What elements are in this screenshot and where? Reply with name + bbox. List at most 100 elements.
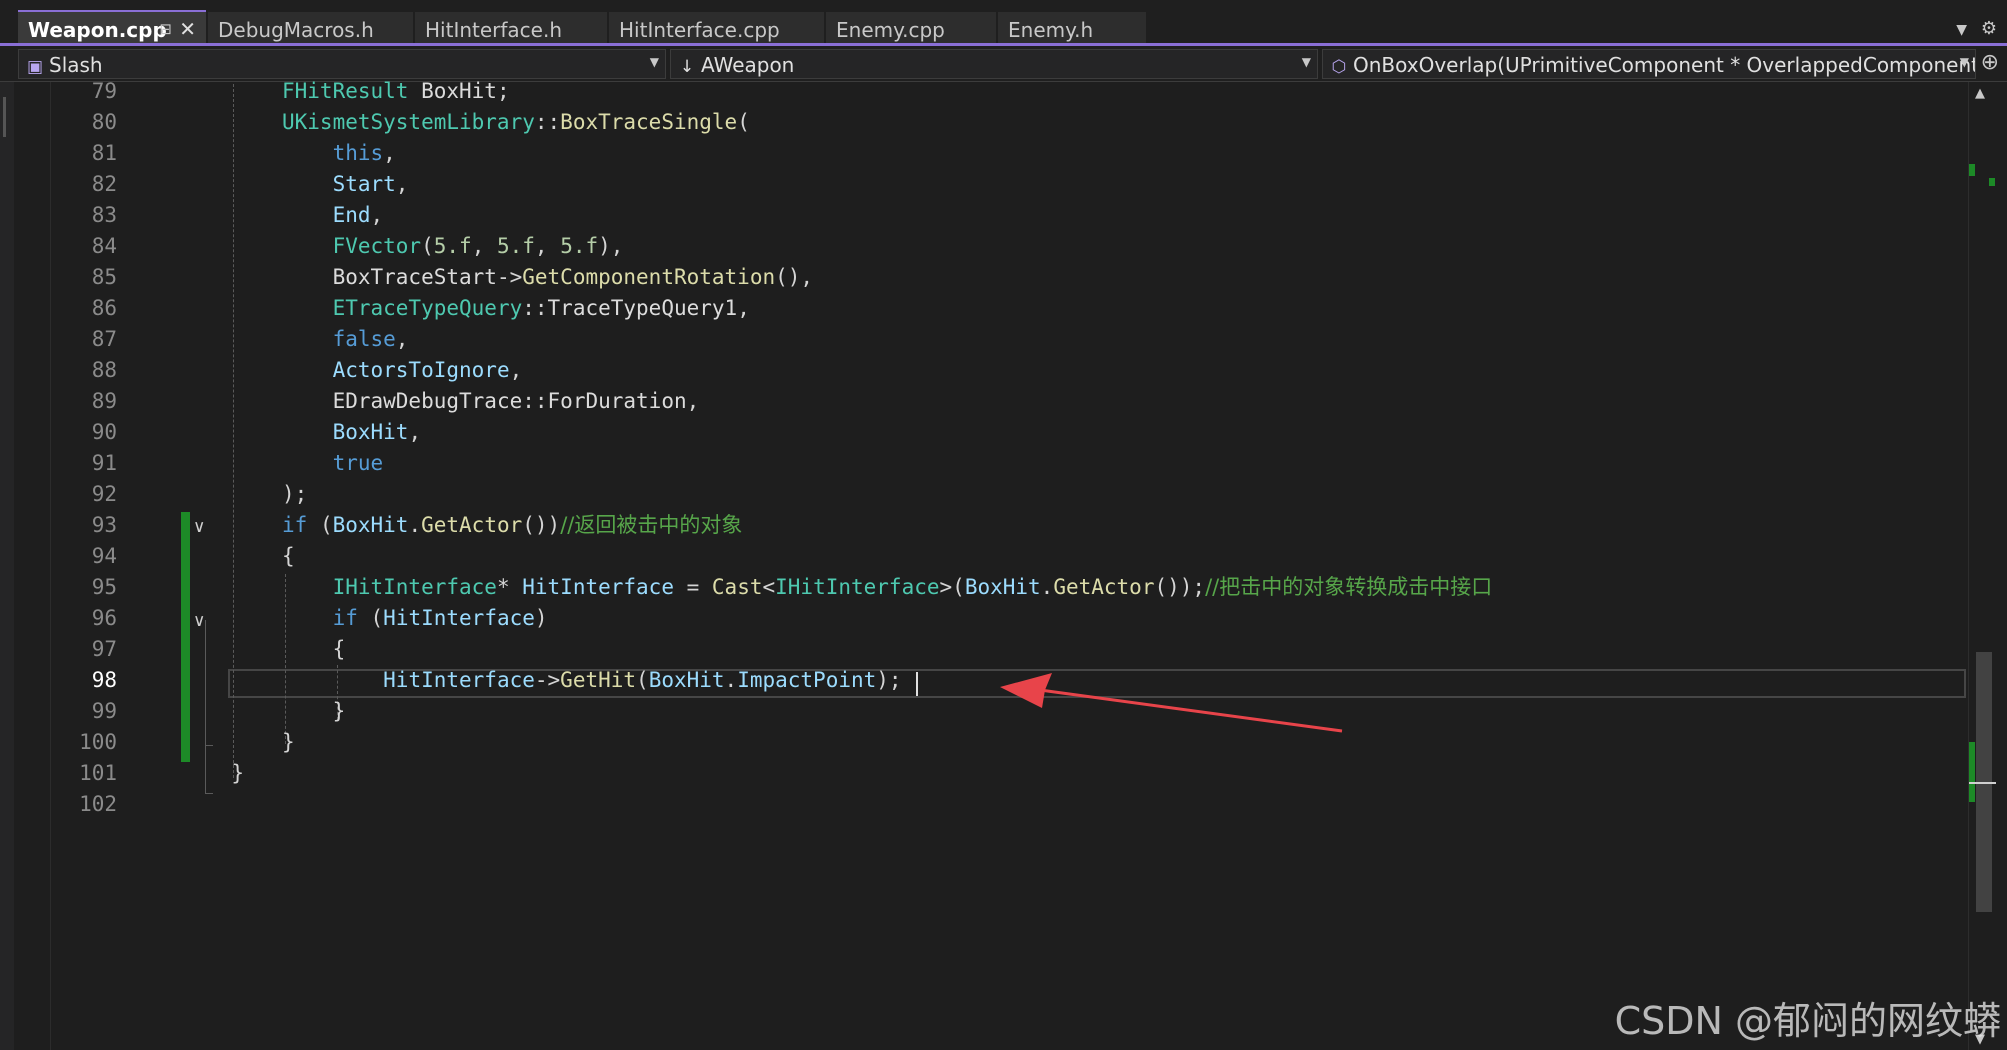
code-token: ImpactPoint <box>737 668 877 692</box>
code-token: false <box>332 327 396 351</box>
code-line[interactable]: 98 HitInterface->GetHit(BoxHit.ImpactPoi… <box>0 665 1965 696</box>
code-token: :: <box>522 389 548 413</box>
code-line[interactable]: 90 BoxHit, <box>0 417 1965 448</box>
code-token: BoxHit <box>408 79 497 103</box>
member-dropdown[interactable]: ⬡ OnBoxOverlap(UPrimitiveComponent * Over… <box>1322 49 1976 79</box>
code-line[interactable]: 81 this, <box>0 138 1965 169</box>
project-name: Slash <box>49 53 103 77</box>
code-line[interactable]: 86 ETraceTypeQuery::TraceTypeQuery1, <box>0 293 1965 324</box>
code-token: ()); <box>1154 575 1206 599</box>
code-token: } <box>282 730 295 754</box>
line-number: 99 <box>91 699 117 723</box>
code-token: ) <box>534 606 548 630</box>
code-text: } <box>282 727 295 758</box>
code-token: true <box>332 451 384 475</box>
code-token: ForDuration <box>547 389 687 413</box>
code-line[interactable]: 101} <box>0 758 1965 789</box>
code-token: = <box>673 575 712 599</box>
project-icon: ▣ <box>26 57 44 77</box>
code-token: ( <box>421 234 434 258</box>
method-cube-icon: ⬡ <box>1331 57 1347 77</box>
project-dropdown[interactable]: ▣ Slash ▼ <box>18 49 666 79</box>
code-token: -> <box>496 265 523 289</box>
tab-weapon-cpp[interactable]: Weapon.cpp ⊟ ✕ <box>18 10 206 43</box>
code-line[interactable]: 93 if (BoxHit.GetActor())//返回被击中的对象 <box>0 510 1965 541</box>
code-text: if (BoxHit.GetActor())//返回被击中的对象 <box>282 510 742 541</box>
code-line[interactable]: 80 UKismetSystemLibrary::BoxTraceSingle( <box>0 107 1965 138</box>
line-number: 83 <box>91 203 117 227</box>
watermark: CSDN @郁闷的网纹蟒 <box>1614 999 2001 1043</box>
code-line[interactable]: 89 EDrawDebugTrace::ForDuration, <box>0 386 1965 417</box>
split-window-icon[interactable]: ⊕ <box>1981 50 1999 75</box>
code-text: EDrawDebugTrace::ForDuration, <box>282 386 700 417</box>
chevron-down-icon: ▼ <box>649 55 659 69</box>
code-text: if (HitInterface) <box>282 603 548 634</box>
code-line[interactable]: 85 BoxTraceStart->GetComponentRotation()… <box>0 262 1965 293</box>
code-token: } <box>231 761 245 785</box>
line-number: 102 <box>79 792 117 816</box>
tab-label: HitInterface.h <box>425 18 563 42</box>
code-line[interactable]: 83 End, <box>0 200 1965 231</box>
line-number: 101 <box>79 761 117 785</box>
code-text: true <box>282 448 384 479</box>
tab-enemy-cpp[interactable]: Enemy.cpp <box>826 12 996 43</box>
code-line[interactable]: 95 IHitInterface* HitInterface = Cast<IH… <box>0 572 1965 603</box>
scroll-up-icon[interactable]: ▲ <box>1975 86 1985 101</box>
code-token: HitInterface <box>383 606 535 630</box>
code-text: false, <box>282 324 409 355</box>
vertical-scrollbar[interactable]: ▲ ▼ <box>1968 82 1996 1050</box>
tab-debugmacros-h[interactable]: DebugMacros.h <box>208 12 413 43</box>
code-line[interactable]: 79 FHitResult BoxHit; <box>0 76 1965 107</box>
code-token: . <box>408 513 422 537</box>
code-token: , <box>509 358 523 382</box>
code-token: GetHit <box>560 668 637 692</box>
tab-label: Weapon.cpp <box>28 18 167 42</box>
tab-hitinterface-h[interactable]: HitInterface.h <box>415 12 607 43</box>
code-line[interactable]: 96 if (HitInterface) <box>0 603 1965 634</box>
code-text: BoxHit, <box>282 417 422 448</box>
code-line[interactable]: 82 Start, <box>0 169 1965 200</box>
chevron-down-icon[interactable]: ▼ <box>1956 22 1967 38</box>
code-line[interactable]: 88 ActorsToIgnore, <box>0 355 1965 386</box>
code-line[interactable]: 100} <box>0 727 1965 758</box>
code-token: FHitResult <box>282 79 409 103</box>
line-number: 97 <box>91 637 117 661</box>
gear-icon[interactable]: ⚙ <box>1981 18 1997 39</box>
code-line[interactable]: 99 } <box>0 696 1965 727</box>
code-token: >( <box>939 575 965 599</box>
scope-arrow-icon: ↓ <box>679 57 695 77</box>
tab-enemy-h[interactable]: Enemy.h <box>998 12 1146 43</box>
close-icon[interactable]: ✕ <box>179 17 196 41</box>
code-token: , <box>383 141 396 165</box>
code-text: BoxTraceStart->GetComponentRotation(), <box>282 262 813 293</box>
code-line[interactable]: 92); <box>0 479 1965 510</box>
code-text: UKismetSystemLibrary::BoxTraceSingle( <box>282 107 750 138</box>
line-number: 80 <box>91 110 117 134</box>
code-line[interactable]: 97 { <box>0 634 1965 665</box>
tab-label: HitInterface.cpp <box>619 18 780 42</box>
annotation-arrow <box>1000 673 1343 733</box>
code-token: , <box>370 203 384 227</box>
line-number: 98 <box>91 668 117 692</box>
code-token: 5.f <box>496 234 535 258</box>
code-token: . <box>1040 575 1054 599</box>
tab-hitinterface-cpp[interactable]: HitInterface.cpp <box>609 12 824 43</box>
code-text: FHitResult BoxHit; <box>282 76 510 107</box>
code-token: } <box>282 699 346 723</box>
code-line[interactable]: 102 <box>0 789 1965 820</box>
class-scope-dropdown[interactable]: ↓ AWeapon ▼ <box>670 49 1318 79</box>
code-token: //把击中的对象转换成击中接口 <box>1205 575 1493 599</box>
line-number: 91 <box>91 451 117 475</box>
code-token: { <box>282 637 346 661</box>
code-line[interactable]: 91 true <box>0 448 1965 479</box>
code-line[interactable]: 84 FVector(5.f, 5.f, 5.f), <box>0 231 1965 262</box>
code-token: , <box>395 327 409 351</box>
pin-icon[interactable]: ⊟ <box>159 20 172 38</box>
code-line[interactable]: 94 { <box>0 541 1965 572</box>
code-token: , <box>737 296 750 320</box>
code-line[interactable]: 87 false, <box>0 324 1965 355</box>
